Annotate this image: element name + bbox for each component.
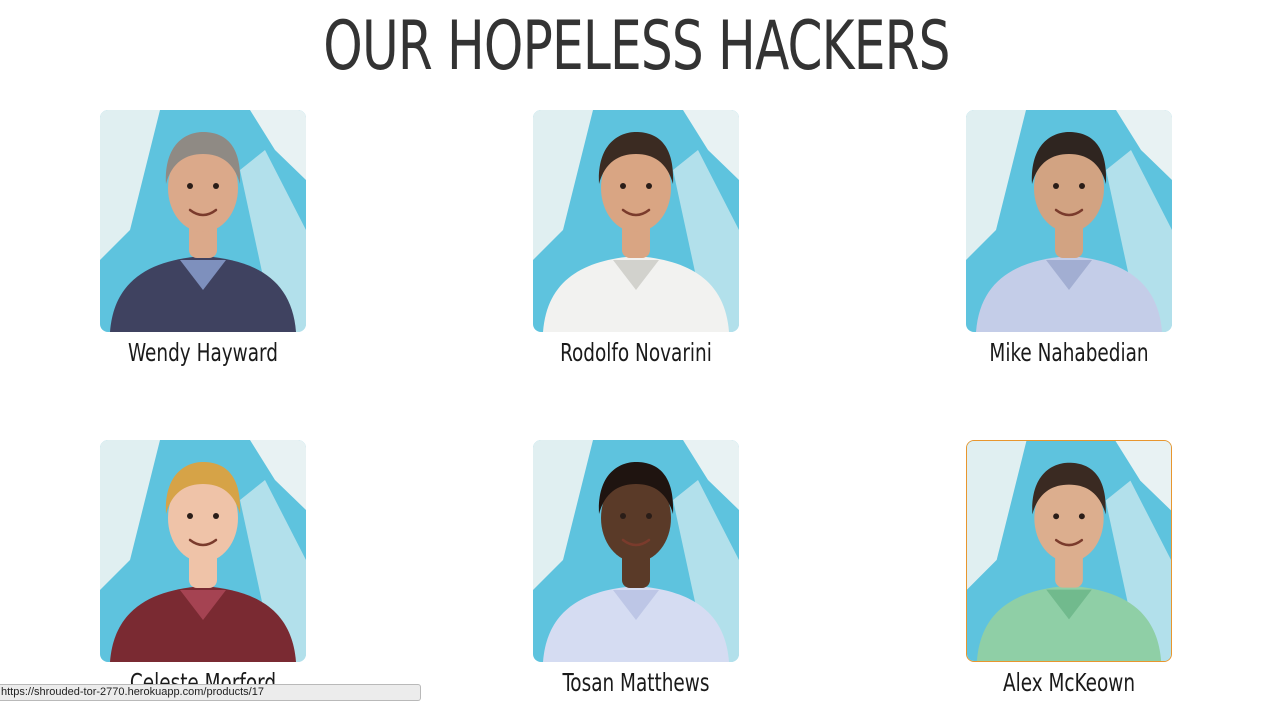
portrait-image — [533, 110, 739, 332]
hacker-card[interactable]: Mike Nahabedian — [966, 110, 1172, 367]
hacker-name[interactable]: Rodolfo Novarini — [552, 338, 721, 367]
hacker-photo[interactable] — [966, 440, 1172, 662]
team-page: OUR HOPELESS HACKERS Wendy Hayward Rodol… — [0, 0, 1273, 702]
page-title: OUR HOPELESS HACKERS — [323, 7, 950, 86]
hacker-card[interactable]: Celeste Morford — [100, 440, 306, 697]
hacker-name[interactable]: Wendy Hayward — [119, 338, 288, 367]
portrait-image — [967, 441, 1171, 661]
portrait-image — [966, 110, 1172, 332]
portrait-image — [100, 440, 306, 662]
hacker-photo[interactable] — [966, 110, 1172, 332]
hacker-photo[interactable] — [100, 440, 306, 662]
hacker-name[interactable]: Tosan Matthews — [552, 668, 721, 697]
hacker-card[interactable]: Alex McKeown — [966, 440, 1172, 697]
hacker-name[interactable]: Mike Nahabedian — [985, 338, 1154, 367]
portrait-image — [533, 440, 739, 662]
hacker-card[interactable]: Rodolfo Novarini — [533, 110, 739, 367]
hacker-photo[interactable] — [533, 440, 739, 662]
hacker-name[interactable]: Alex McKeown — [985, 668, 1154, 697]
hacker-photo[interactable] — [100, 110, 306, 332]
hacker-photo[interactable] — [533, 110, 739, 332]
hacker-card[interactable]: Tosan Matthews — [533, 440, 739, 697]
portrait-image — [100, 110, 306, 332]
hacker-card[interactable]: Wendy Hayward — [100, 110, 306, 367]
link-status-bar: https://shrouded-tor-2770.herokuapp.com/… — [0, 684, 421, 701]
